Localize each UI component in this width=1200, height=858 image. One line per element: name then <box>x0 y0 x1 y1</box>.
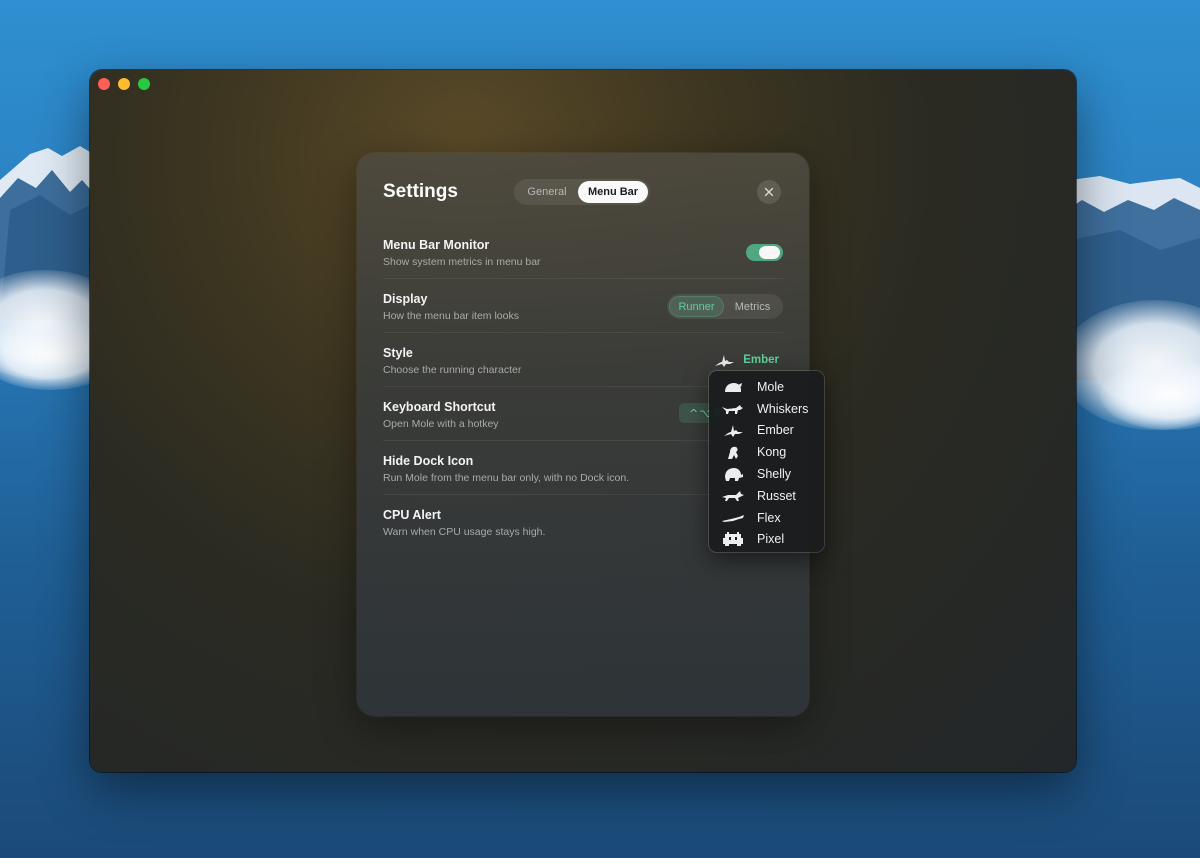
row-title: Menu Bar Monitor <box>383 238 490 252</box>
row-title: Display <box>383 292 428 306</box>
menu-item-mole[interactable]: Mole <box>709 376 824 398</box>
tab-menu-bar[interactable]: Menu Bar <box>578 181 648 203</box>
menu-item-label: Kong <box>757 445 787 460</box>
style-dropdown-menu: Mole Whiskers Ember Kong Shelly Russet F… <box>709 371 824 552</box>
setting-row-menu-bar-monitor: Menu Bar Monitor Show system metrics in … <box>383 238 783 292</box>
dragon-icon <box>715 355 735 367</box>
menu-item-label: Russet <box>757 488 796 503</box>
minimize-window-button[interactable] <box>118 78 130 90</box>
row-title: CPU Alert <box>383 508 441 522</box>
display-option-runner[interactable]: Runner <box>669 296 724 317</box>
row-subtitle: Run Mole from the menu bar only, with no… <box>383 472 630 484</box>
zoom-window-button[interactable] <box>138 78 150 90</box>
menu-item-ember[interactable]: Ember <box>709 420 824 442</box>
settings-tabs: General Menu Bar <box>514 179 650 205</box>
menu-item-label: Whiskers <box>757 401 809 416</box>
row-subtitle: Choose the running character <box>383 364 522 376</box>
row-title: Style <box>383 346 413 360</box>
row-subtitle: Show system metrics in menu bar <box>383 256 541 268</box>
menu-item-label: Shelly <box>757 467 792 482</box>
menu-item-russet[interactable]: Russet <box>709 485 824 507</box>
space-invader-icon <box>723 532 743 547</box>
menu-item-kong[interactable]: Kong <box>709 441 824 463</box>
row-subtitle: Warn when CPU usage stays high. <box>383 526 546 538</box>
mole-icon <box>725 382 742 392</box>
close-window-button[interactable] <box>98 78 110 90</box>
cat-icon <box>722 404 743 414</box>
row-title: Keyboard Shortcut <box>383 400 496 414</box>
close-icon <box>764 187 774 197</box>
window-controls <box>98 78 150 90</box>
menu-item-shelly[interactable]: Shelly <box>709 463 824 485</box>
menu-item-label: Ember <box>757 423 794 438</box>
divider <box>383 332 783 333</box>
menu-item-label: Flex <box>757 510 781 525</box>
app-window: Settings General Menu Bar Menu Bar Monit… <box>90 70 1076 772</box>
divider <box>383 278 783 279</box>
row-title: Hide Dock Icon <box>383 454 474 468</box>
row-subtitle: How the menu bar item looks <box>383 310 519 322</box>
style-value-label: Ember <box>743 354 779 366</box>
row-subtitle: Open Mole with a hotkey <box>383 418 499 430</box>
menu-item-pixel[interactable]: Pixel <box>709 529 824 551</box>
menu-item-label: Pixel <box>757 532 785 547</box>
close-button[interactable] <box>757 180 781 204</box>
setting-row-display: Display How the menu bar item looks Runn… <box>383 292 783 346</box>
tab-general[interactable]: General <box>516 181 578 203</box>
toggle-knob <box>759 246 780 259</box>
display-option-metrics[interactable]: Metrics <box>724 296 781 317</box>
menu-item-label: Mole <box>757 379 785 394</box>
menu-item-whiskers[interactable]: Whiskers <box>709 398 824 420</box>
menu-item-flex[interactable]: Flex <box>709 507 824 529</box>
page-title: Settings <box>383 181 458 202</box>
style-picker[interactable]: Ember <box>713 352 779 368</box>
gorilla-icon <box>728 447 738 460</box>
gecko-icon <box>722 514 744 522</box>
turtle-icon <box>725 468 743 482</box>
display-segmented-control: Runner Metrics <box>667 294 783 319</box>
dragon-icon <box>724 425 743 438</box>
menu-bar-monitor-toggle[interactable] <box>746 244 783 261</box>
fox-icon <box>722 490 744 501</box>
